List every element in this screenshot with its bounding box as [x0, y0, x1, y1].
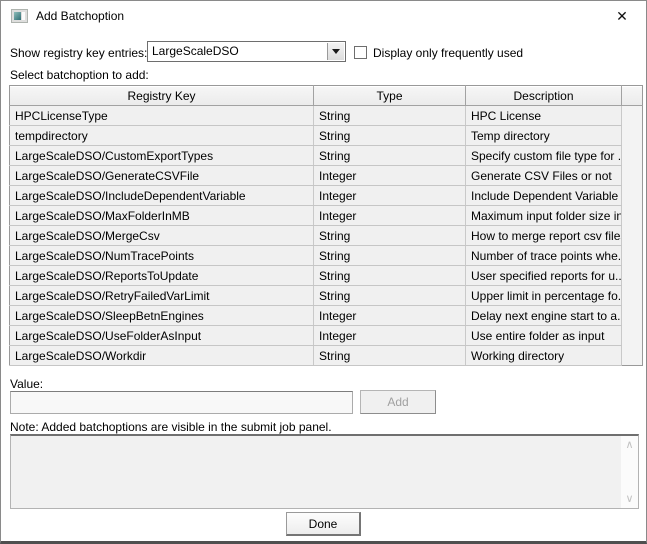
vertical-scrollbar[interactable]: ∧ ∨ [621, 436, 638, 508]
table-cell[interactable]: Working directory [465, 345, 622, 366]
table-cell-filler [621, 185, 643, 206]
app-icon-light-pane [21, 12, 25, 20]
registry-key-dropdown[interactable]: LargeScaleDSO [147, 41, 346, 62]
window-title: Add Batchoption [36, 9, 125, 23]
table-cell[interactable]: LargeScaleDSO/RetryFailedVarLimit [9, 285, 314, 306]
table-row[interactable]: LargeScaleDSO/CustomExportTypes String Spe… [9, 145, 643, 166]
chevron-down-icon [332, 49, 340, 54]
value-input[interactable] [10, 391, 353, 414]
table-cell[interactable]: String [313, 345, 466, 366]
note-text: Note: Added batchoptions are visible in … [10, 420, 332, 434]
table-row[interactable]: LargeScaleDSO/NumTracePoints String Number… [9, 245, 643, 266]
add-batchoption-dialog: Add Batchoption ✕ Show registry key entr… [0, 0, 647, 544]
table-cell-filler [621, 265, 643, 286]
registry-key-selected-value: LargeScaleDSO [152, 44, 239, 58]
table-row[interactable]: LargeScaleDSO/Workdir String Working direc… [9, 345, 643, 366]
dropdown-arrow-button[interactable] [327, 43, 344, 60]
table-cell[interactable]: Use entire folder as input [465, 325, 622, 346]
table-cell-filler [621, 165, 643, 186]
add-button[interactable]: Add [360, 390, 436, 414]
table-cell-filler [621, 345, 643, 366]
table-cell[interactable]: LargeScaleDSO/CustomExportTypes [9, 145, 314, 166]
table-cell[interactable]: Delay next engine start to a... [465, 305, 622, 326]
value-label: Value: [10, 377, 44, 391]
select-batchoption-label: Select batchoption to add: [10, 68, 149, 82]
app-window-icon [11, 9, 28, 23]
table-cell[interactable]: LargeScaleDSO/MaxFolderInMB [9, 205, 314, 226]
registry-entries-label: Show registry key entries: [10, 46, 148, 60]
table-cell[interactable]: HPCLicenseType [9, 105, 314, 126]
batchoption-table-body: HPCLicenseType String HPC License tempdirec… [9, 105, 643, 366]
table-cell[interactable]: String [313, 245, 466, 266]
table-row[interactable]: tempdirectory String Temp directory [9, 125, 643, 146]
table-cell[interactable]: Integer [313, 305, 466, 326]
table-cell[interactable]: Specify custom file type for ... [465, 145, 622, 166]
table-cell[interactable]: String [313, 125, 466, 146]
table-cell[interactable]: LargeScaleDSO/NumTracePoints [9, 245, 314, 266]
table-cell[interactable]: Integer [313, 165, 466, 186]
table-cell-filler [621, 125, 643, 146]
table-cell[interactable]: LargeScaleDSO/GenerateCSVFile [9, 165, 314, 186]
table-cell-filler [621, 225, 643, 246]
table-cell-filler [621, 325, 643, 346]
table-cell[interactable]: String [313, 145, 466, 166]
table-cell[interactable]: String [313, 265, 466, 286]
table-cell[interactable]: LargeScaleDSO/IncludeDependentVariable [9, 185, 314, 206]
table-cell-filler [621, 285, 643, 306]
table-cell-filler [621, 205, 643, 226]
table-cell[interactable]: LargeScaleDSO/UseFolderAsInput [9, 325, 314, 346]
batchoption-table: Registry Key Type Description HPCLicense… [9, 85, 643, 366]
scroll-up-icon[interactable]: ∧ [621, 436, 638, 454]
title-bar[interactable]: Add Batchoption ✕ [1, 1, 646, 31]
table-row[interactable]: LargeScaleDSO/ReportsToUpdate String User … [9, 265, 643, 286]
table-row[interactable]: LargeScaleDSO/GenerateCSVFile Integer Gene… [9, 165, 643, 186]
scroll-down-icon[interactable]: ∨ [621, 490, 638, 508]
added-batchoptions-panel[interactable]: ∧ ∨ [10, 434, 639, 509]
frequently-used-checkbox[interactable] [354, 46, 367, 59]
table-cell[interactable]: Integer [313, 325, 466, 346]
table-cell[interactable]: Number of trace points whe... [465, 245, 622, 266]
table-row[interactable]: LargeScaleDSO/SleepBetnEngines Integer Del… [9, 305, 643, 326]
column-header-registry-key[interactable]: Registry Key [9, 85, 314, 106]
table-cell[interactable]: String [313, 225, 466, 246]
table-row[interactable]: LargeScaleDSO/MergeCsv String How to merge… [9, 225, 643, 246]
table-row[interactable]: LargeScaleDSO/IncludeDependentVariable In… [9, 185, 643, 206]
table-cell[interactable]: How to merge report csv files [465, 225, 622, 246]
close-icon[interactable]: ✕ [611, 5, 633, 27]
app-icon-teal-pane [14, 12, 21, 20]
table-row[interactable]: HPCLicenseType String HPC License [9, 105, 643, 126]
table-row[interactable]: LargeScaleDSO/MaxFolderInMB Integer Maximu… [9, 205, 643, 226]
frequently-used-checkbox-label: Display only frequently used [373, 46, 524, 60]
table-cell[interactable]: Integer [313, 205, 466, 226]
table-cell[interactable]: Upper limit in percentage fo... [465, 285, 622, 306]
column-header-filler [621, 85, 643, 106]
table-cell[interactable]: Integer [313, 185, 466, 206]
column-header-description[interactable]: Description [465, 85, 622, 106]
column-header-type[interactable]: Type [313, 85, 466, 106]
table-row[interactable]: LargeScaleDSO/UseFolderAsInput Integer Use… [9, 325, 643, 346]
table-cell[interactable]: LargeScaleDSO/MergeCsv [9, 225, 314, 246]
table-cell[interactable]: Generate CSV Files or not [465, 165, 622, 186]
table-cell[interactable]: LargeScaleDSO/SleepBetnEngines [9, 305, 314, 326]
table-cell[interactable]: String [313, 285, 466, 306]
table-cell[interactable]: Include Dependent Variable ... [465, 185, 622, 206]
table-cell-filler [621, 145, 643, 166]
table-cell[interactable]: LargeScaleDSO/ReportsToUpdate [9, 265, 314, 286]
table-cell-filler [621, 105, 643, 126]
table-cell[interactable]: Temp directory [465, 125, 622, 146]
table-cell[interactable]: LargeScaleDSO/Workdir [9, 345, 314, 366]
table-header-row: Registry Key Type Description [9, 85, 643, 106]
table-cell-filler [621, 305, 643, 326]
done-button[interactable]: Done [286, 512, 361, 536]
table-cell[interactable]: String [313, 105, 466, 126]
table-cell[interactable]: User specified reports for u... [465, 265, 622, 286]
table-cell[interactable]: HPC License [465, 105, 622, 126]
table-cell[interactable]: Maximum input folder size in... [465, 205, 622, 226]
table-cell-filler [621, 245, 643, 266]
table-row[interactable]: LargeScaleDSO/RetryFailedVarLimit String U… [9, 285, 643, 306]
table-cell[interactable]: tempdirectory [9, 125, 314, 146]
